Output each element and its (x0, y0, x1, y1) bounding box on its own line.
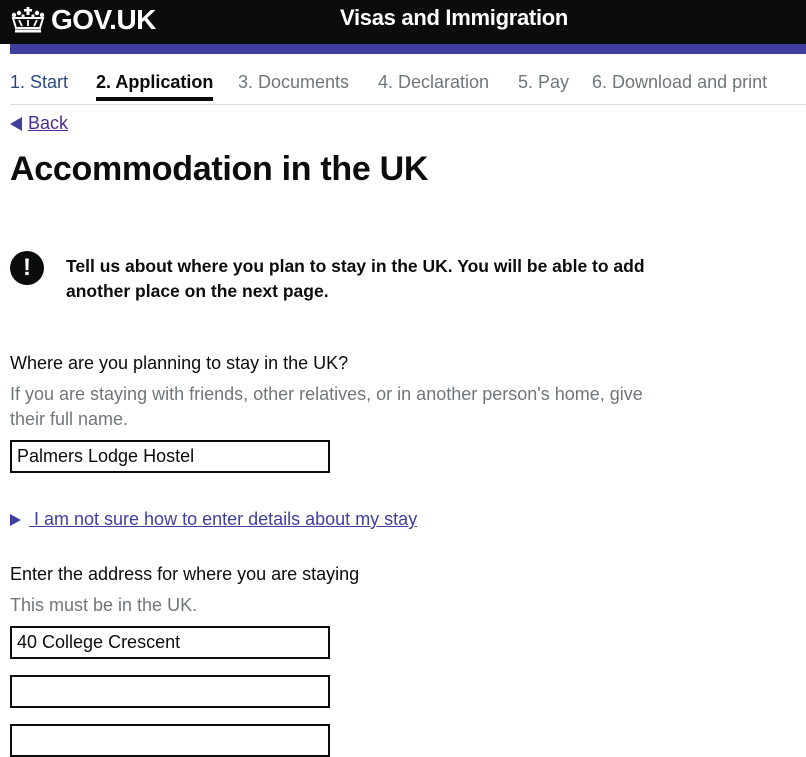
step-documents[interactable]: 3. Documents (238, 72, 349, 93)
crown-icon (11, 7, 45, 33)
warning-text: Tell us about where you plan to stay in … (66, 256, 645, 301)
address-line-1-input[interactable] (10, 626, 330, 659)
logo-text: GOV.UK (51, 4, 156, 35)
site-header: GOV.UK Visas and Immigration (0, 0, 806, 44)
address-question-label: Enter the address for where you are stay… (10, 564, 360, 584)
step-download-print[interactable]: 6. Download and print (592, 72, 767, 93)
triangle-right-icon (10, 513, 21, 526)
page-title: Accommodation in the UK (10, 150, 429, 188)
triangle-left-icon (10, 116, 22, 131)
govuk-logo[interactable]: GOV.UK (10, 3, 156, 37)
details-toggle[interactable]: I am not sure how to enter details about… (10, 509, 417, 530)
place-question-hint: If you are staying with friends, other r… (10, 384, 643, 429)
progress-steps: 1. Start 2. Application 3. Documents 4. … (10, 62, 806, 105)
place-question-label: Where are you planning to stay in the UK… (10, 353, 349, 373)
step-pay[interactable]: 5. Pay (518, 72, 569, 93)
step-start[interactable]: 1. Start (10, 72, 68, 93)
address-line-3-input[interactable] (10, 724, 330, 757)
step-application[interactable]: 2. Application (96, 72, 214, 101)
step-declaration[interactable]: 4. Declaration (378, 72, 489, 93)
address-question-hint: This must be in the UK. (10, 595, 198, 615)
service-name[interactable]: Visas and Immigration (340, 5, 568, 31)
exclamation-icon: ! (10, 251, 44, 285)
back-link[interactable]: Back (10, 113, 68, 134)
accent-bar (10, 44, 806, 54)
details-toggle-label[interactable]: I am not sure how to enter details about… (29, 509, 417, 530)
place-name-input[interactable] (10, 440, 330, 473)
address-line-2-input[interactable] (10, 675, 330, 708)
back-link-label[interactable]: Back (28, 113, 68, 134)
